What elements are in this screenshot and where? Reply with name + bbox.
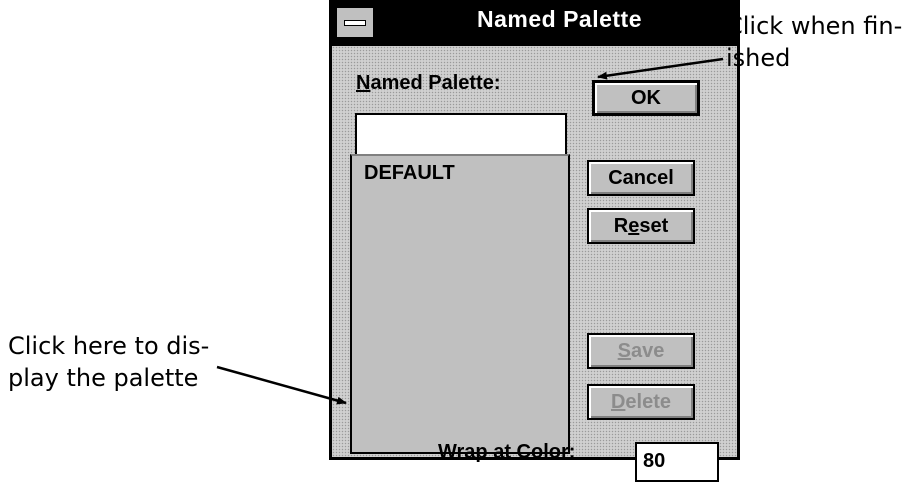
- cancel-button[interactable]: Cancel: [587, 160, 695, 196]
- named-palette-label: Named Palette:: [356, 72, 501, 95]
- dialog-client: Named Palette: DEFAULT OK Cancel Reset S…: [332, 46, 737, 482]
- callout-finished-line1: Click when fin-: [726, 12, 903, 40]
- wrap-at-color-label: Wrap at Color:: [438, 441, 576, 463]
- palette-name-input[interactable]: [355, 113, 567, 156]
- reset-button-post: set: [639, 215, 669, 237]
- system-menu-icon[interactable]: [335, 6, 375, 39]
- callout-display-line2: play the palette: [8, 364, 199, 392]
- title-bar[interactable]: Named Palette: [332, 0, 737, 46]
- callout-display-line1: Click here to dis-: [8, 332, 210, 360]
- wrap-at-color-input[interactable]: 80: [635, 442, 719, 482]
- callout-finished-line2: ished: [726, 44, 791, 72]
- list-item[interactable]: DEFAULT: [352, 156, 568, 185]
- save-button[interactable]: Save: [587, 333, 695, 369]
- named-palette-dialog: Named Palette Named Palette: DEFAULT OK …: [329, 0, 740, 482]
- dialog-title: Named Palette: [476, 6, 642, 32]
- palette-list[interactable]: DEFAULT: [350, 154, 570, 454]
- delete-button-accel: D: [610, 391, 626, 413]
- reset-button-pre: R: [613, 215, 629, 237]
- arrow-to-list: [216, 365, 347, 405]
- named-palette-label-accel: N: [356, 72, 371, 94]
- callout-click-when-finished: Click when fin- ished: [726, 10, 902, 74]
- save-button-accel: S: [617, 340, 631, 362]
- delete-button-post: elete: [625, 391, 672, 413]
- reset-button-accel: e: [628, 215, 640, 237]
- save-button-post: ave: [630, 340, 665, 362]
- named-palette-label-rest: amed Palette:: [370, 72, 501, 94]
- ok-button[interactable]: OK: [592, 80, 700, 116]
- reset-button[interactable]: Reset: [587, 208, 695, 244]
- delete-button[interactable]: Delete: [587, 384, 695, 420]
- callout-click-to-display: Click here to dis- play the palette: [8, 330, 209, 394]
